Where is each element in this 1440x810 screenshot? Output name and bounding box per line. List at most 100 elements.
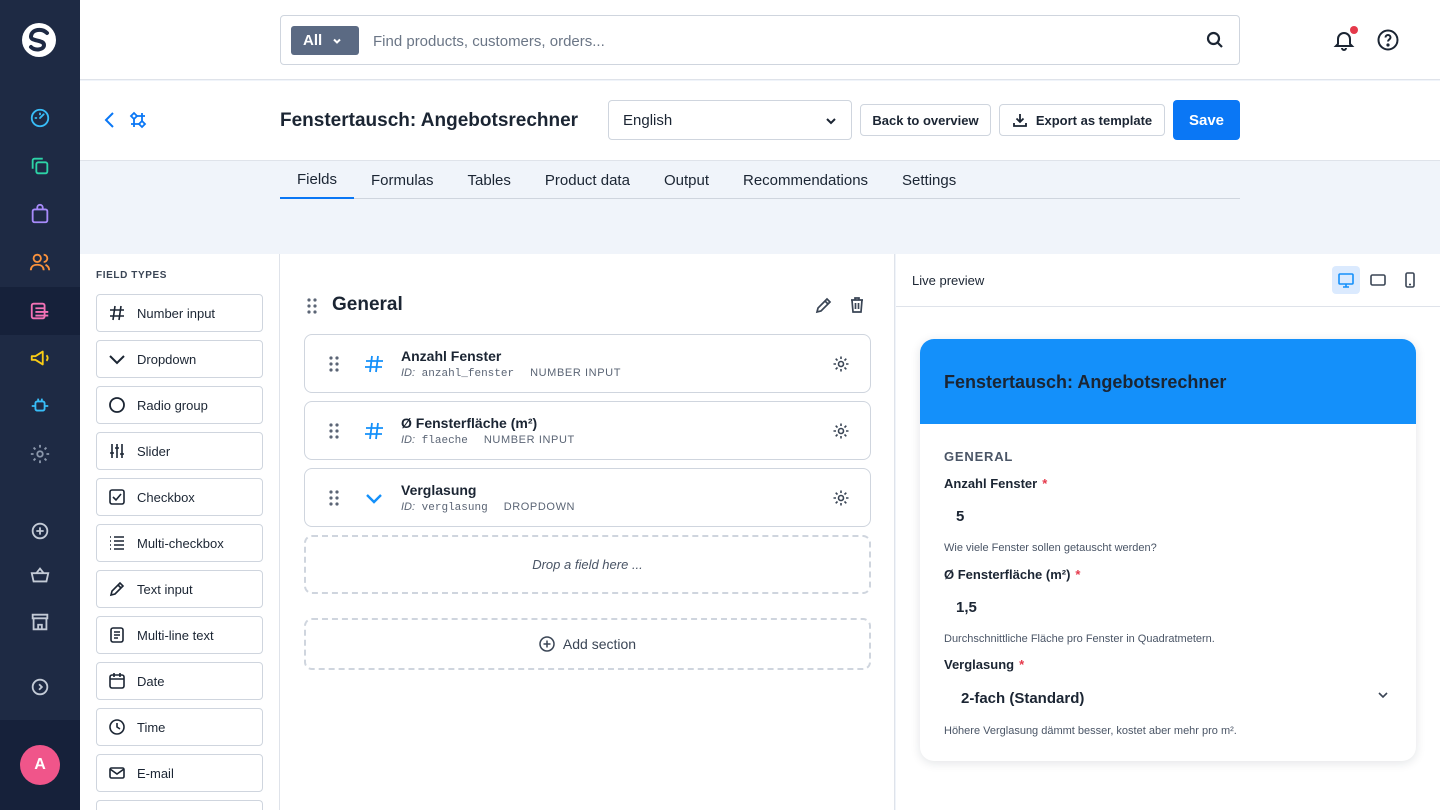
field-type-checkbox[interactable]: Checkbox <box>96 478 263 516</box>
preview-card-header: Fenstertausch: Angebotsrechner <box>920 339 1416 424</box>
chevron-right-circle-icon <box>31 678 49 696</box>
preview-field-help: Durchschnittliche Fläche pro Fenster in … <box>944 633 1215 645</box>
tab-formulas[interactable]: Formulas <box>354 161 451 199</box>
tab-tables[interactable]: Tables <box>451 161 528 199</box>
app-logo-icon[interactable] <box>20 21 58 59</box>
language-value: English <box>623 111 673 129</box>
drag-handle-icon[interactable] <box>305 297 319 315</box>
export-template-button[interactable]: Export as template <box>999 104 1165 136</box>
field-type-date[interactable]: Date <box>96 662 263 700</box>
chevron-down-icon <box>826 118 836 125</box>
nav-catalog[interactable] <box>0 142 80 190</box>
trash-icon[interactable] <box>847 295 867 315</box>
radio-icon <box>109 397 125 413</box>
nav-marketing[interactable] <box>0 334 80 382</box>
field-id: ID: flaeche <box>401 434 468 447</box>
field-meta: ID: flaeche NUMBER INPUT <box>401 434 575 447</box>
drag-handle-icon[interactable] <box>327 355 341 373</box>
flow-icon[interactable] <box>128 110 148 130</box>
page-title: Fenstertausch: Angebotsrechner <box>280 110 579 131</box>
tab-settings[interactable]: Settings <box>885 161 973 199</box>
field-type-multi-line-text[interactable]: Multi-line text <box>96 616 263 654</box>
field-type-number-input[interactable]: Number input <box>96 294 263 332</box>
hash-icon <box>365 422 383 440</box>
nav-extensions[interactable] <box>0 382 80 430</box>
mobile-view-button[interactable] <box>1396 266 1424 294</box>
preview-field-help: Höhere Verglasung dämmt besser, kostet a… <box>944 725 1237 737</box>
basket-icon <box>30 567 50 583</box>
chevron-down-icon[interactable] <box>1376 688 1390 702</box>
field-type-email[interactable]: E-mail <box>96 754 263 792</box>
field-card[interactable]: Verglasung ID: verglasung DROPDOWN <box>304 468 871 527</box>
tab-output[interactable]: Output <box>647 161 726 199</box>
tab-product-data[interactable]: Product data <box>528 161 647 199</box>
nav-expand[interactable] <box>0 663 80 711</box>
preview-field-label: Verglasung * <box>944 657 1025 672</box>
field-id: ID: verglasung <box>401 501 488 514</box>
top-bar: All <box>80 0 1440 80</box>
tablet-view-button[interactable] <box>1364 266 1392 294</box>
field-type-label: Checkbox <box>137 489 195 505</box>
drag-handle-icon[interactable] <box>327 422 341 440</box>
chevron-left-icon[interactable] <box>100 110 120 130</box>
gear-icon[interactable] <box>832 422 850 440</box>
nav-dashboard[interactable] <box>0 94 80 142</box>
plus-circle-icon <box>31 522 49 540</box>
save-button[interactable]: Save <box>1173 100 1240 140</box>
field-type-more[interactable] <box>96 800 263 810</box>
nav-store[interactable] <box>0 598 80 646</box>
nav-customers[interactable] <box>0 238 80 286</box>
preview-title: Live preview <box>912 273 985 288</box>
checkbox-icon <box>109 489 125 505</box>
download-icon <box>1012 114 1027 127</box>
search-icon[interactable] <box>1205 30 1225 50</box>
field-type-label: Time <box>137 719 166 735</box>
field-type-label: Radio group <box>137 397 208 413</box>
field-card[interactable]: Anzahl Fenster ID: anzahl_fenster NUMBER… <box>304 334 871 393</box>
global-search: All <box>280 15 1240 65</box>
field-type-text-input[interactable]: Text input <box>96 570 263 608</box>
drop-zone[interactable]: Drop a field here ... <box>304 535 871 594</box>
pencil-icon[interactable] <box>814 295 834 315</box>
field-type-radio-group[interactable]: Radio group <box>96 386 263 424</box>
field-type-multi-checkbox[interactable]: Multi-checkbox <box>96 524 263 562</box>
tab-fields[interactable]: Fields <box>280 161 355 199</box>
drag-handle-icon[interactable] <box>327 489 341 507</box>
page-header: Fenstertausch: Angebotsrechner English B… <box>80 81 1440 161</box>
search-input[interactable] <box>373 28 1173 54</box>
nav-content[interactable] <box>0 287 80 335</box>
tab-recommendations[interactable]: Recommendations <box>726 161 885 199</box>
field-name: Ø Fensterfläche (m²) <box>401 415 538 431</box>
avatar[interactable]: A <box>20 745 60 785</box>
list-icon <box>30 302 49 320</box>
add-section-button[interactable]: Add section <box>304 618 871 670</box>
field-type-label: Date <box>137 673 165 689</box>
nav-settings[interactable] <box>0 430 80 478</box>
field-type-dropdown[interactable]: Dropdown <box>96 340 263 378</box>
help-icon[interactable] <box>1376 28 1400 52</box>
checklist-icon <box>110 536 124 550</box>
field-card[interactable]: Ø Fensterfläche (m²) ID: flaeche NUMBER … <box>304 401 871 460</box>
field-type-tag: DROPDOWN <box>503 501 576 513</box>
document-icon <box>110 627 124 643</box>
preview-field-value[interactable]: 1,5 <box>956 599 977 616</box>
gear-icon[interactable] <box>832 355 850 373</box>
search-scope-dropdown[interactable]: All <box>291 26 359 55</box>
hash-icon <box>365 355 383 373</box>
nav-orders[interactable] <box>0 190 80 238</box>
preview-select-value[interactable]: 2-fach (Standard) <box>961 690 1084 707</box>
gear-icon[interactable] <box>832 489 850 507</box>
nav-basket[interactable] <box>0 551 80 599</box>
field-types-panel: FIELD TYPES Number input Dropdown Radio … <box>80 254 280 810</box>
nav-add[interactable] <box>0 507 80 555</box>
field-type-slider[interactable]: Slider <box>96 432 263 470</box>
preview-field-value[interactable]: 5 <box>956 508 964 525</box>
sidebar: A <box>0 0 80 810</box>
language-select[interactable]: English <box>608 100 852 140</box>
desktop-view-button[interactable] <box>1332 266 1360 294</box>
preview-header: Live preview <box>896 254 1440 307</box>
field-type-time[interactable]: Time <box>96 708 263 746</box>
field-name: Anzahl Fenster <box>401 348 502 364</box>
tablet-icon <box>1370 274 1386 286</box>
back-to-overview-button[interactable]: Back to overview <box>860 104 991 136</box>
